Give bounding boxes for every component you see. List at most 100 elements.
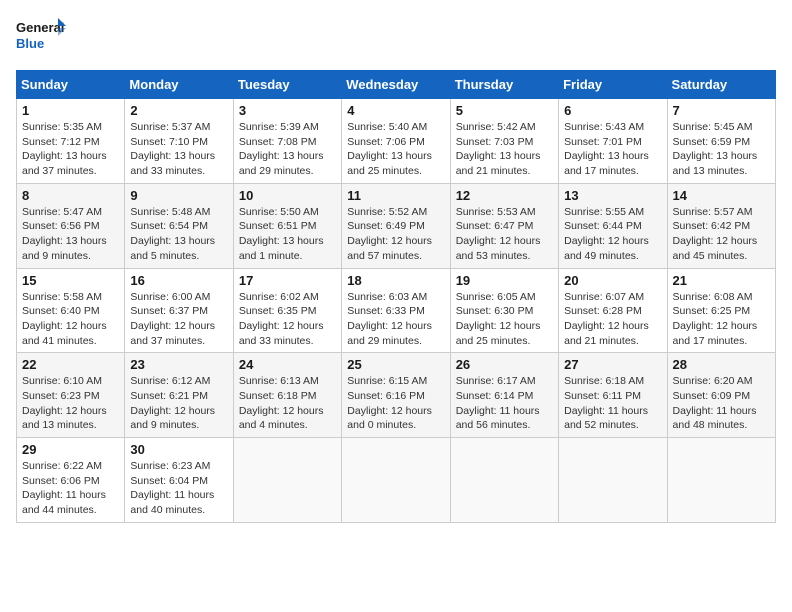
day-cell: 16 Sunrise: 6:00 AMSunset: 6:37 PMDayligh… — [125, 268, 233, 353]
day-info: Sunrise: 5:53 AMSunset: 6:47 PMDaylight:… — [456, 205, 553, 264]
day-number: 26 — [456, 357, 553, 372]
svg-text:General: General — [16, 20, 64, 35]
logo-svg: General Blue — [16, 16, 66, 60]
day-info: Sunrise: 6:00 AMSunset: 6:37 PMDaylight:… — [130, 290, 227, 349]
day-cell: 3Sunrise: 5:39 AMSunset: 7:08 PMDaylight… — [233, 99, 341, 184]
day-cell — [342, 438, 450, 523]
day-info: Sunrise: 5:52 AMSunset: 6:49 PMDaylight:… — [347, 205, 444, 264]
day-cell: 30 Sunrise: 6:23 AMSunset: 6:04 PMDayligh… — [125, 438, 233, 523]
day-number: 1 — [22, 103, 119, 118]
day-cell: 26 Sunrise: 6:17 AMSunset: 6:14 PMDayligh… — [450, 353, 558, 438]
day-cell: 19Sunrise: 6:05 AMSunset: 6:30 PMDayligh… — [450, 268, 558, 353]
logo: General Blue — [16, 16, 66, 60]
day-info: Sunrise: 6:22 AMSunset: 6:06 PMDaylight:… — [22, 459, 119, 518]
week-row-1: 1 Sunrise: 5:35 AMSunset: 7:12 PMDaylight… — [17, 99, 776, 184]
day-cell — [667, 438, 775, 523]
day-cell: 17Sunrise: 6:02 AMSunset: 6:35 PMDayligh… — [233, 268, 341, 353]
day-info: Sunrise: 5:50 AMSunset: 6:51 PMDaylight:… — [239, 205, 336, 264]
day-number: 6 — [564, 103, 661, 118]
day-cell: 7Sunrise: 5:45 AMSunset: 6:59 PMDaylight… — [667, 99, 775, 184]
day-info: Sunrise: 5:43 AMSunset: 7:01 PMDaylight:… — [564, 120, 661, 179]
day-cell — [233, 438, 341, 523]
day-number: 12 — [456, 188, 553, 203]
day-cell: 14Sunrise: 5:57 AMSunset: 6:42 PMDayligh… — [667, 183, 775, 268]
col-header-friday: Friday — [559, 71, 667, 99]
day-cell: 4Sunrise: 5:40 AMSunset: 7:06 PMDaylight… — [342, 99, 450, 184]
day-number: 21 — [673, 273, 770, 288]
day-info: Sunrise: 6:03 AMSunset: 6:33 PMDaylight:… — [347, 290, 444, 349]
day-number: 10 — [239, 188, 336, 203]
day-info: Sunrise: 6:15 AMSunset: 6:16 PMDaylight:… — [347, 374, 444, 433]
day-info: Sunrise: 6:17 AMSunset: 6:14 PMDaylight:… — [456, 374, 553, 433]
day-number: 18 — [347, 273, 444, 288]
day-number: 8 — [22, 188, 119, 203]
col-header-tuesday: Tuesday — [233, 71, 341, 99]
day-cell: 29 Sunrise: 6:22 AMSunset: 6:06 PMDayligh… — [17, 438, 125, 523]
col-header-wednesday: Wednesday — [342, 71, 450, 99]
header-row: SundayMondayTuesdayWednesdayThursdayFrid… — [17, 71, 776, 99]
week-row-2: 8 Sunrise: 5:47 AMSunset: 6:56 PMDaylight… — [17, 183, 776, 268]
calendar-table: SundayMondayTuesdayWednesdayThursdayFrid… — [16, 70, 776, 523]
week-row-3: 15Sunrise: 5:58 AMSunset: 6:40 PMDayligh… — [17, 268, 776, 353]
day-cell: 27 Sunrise: 6:18 AMSunset: 6:11 PMDayligh… — [559, 353, 667, 438]
day-cell: 1 Sunrise: 5:35 AMSunset: 7:12 PMDaylight… — [17, 99, 125, 184]
day-cell: 13 Sunrise: 5:55 AMSunset: 6:44 PMDayligh… — [559, 183, 667, 268]
day-cell: 15Sunrise: 5:58 AMSunset: 6:40 PMDayligh… — [17, 268, 125, 353]
day-number: 19 — [456, 273, 553, 288]
day-number: 27 — [564, 357, 661, 372]
col-header-saturday: Saturday — [667, 71, 775, 99]
day-number: 9 — [130, 188, 227, 203]
day-cell: 5 Sunrise: 5:42 AMSunset: 7:03 PMDaylight… — [450, 99, 558, 184]
day-cell: 22 Sunrise: 6:10 AMSunset: 6:23 PMDayligh… — [17, 353, 125, 438]
day-info: Sunrise: 6:13 AMSunset: 6:18 PMDaylight:… — [239, 374, 336, 433]
day-info: Sunrise: 6:23 AMSunset: 6:04 PMDaylight:… — [130, 459, 227, 518]
day-cell: 9 Sunrise: 5:48 AMSunset: 6:54 PMDaylight… — [125, 183, 233, 268]
day-number: 23 — [130, 357, 227, 372]
day-number: 2 — [130, 103, 227, 118]
day-number: 25 — [347, 357, 444, 372]
week-row-5: 29 Sunrise: 6:22 AMSunset: 6:06 PMDayligh… — [17, 438, 776, 523]
day-cell: 10 Sunrise: 5:50 AMSunset: 6:51 PMDayligh… — [233, 183, 341, 268]
day-number: 28 — [673, 357, 770, 372]
day-info: Sunrise: 6:20 AMSunset: 6:09 PMDaylight:… — [673, 374, 770, 433]
day-info: Sunrise: 5:42 AMSunset: 7:03 PMDaylight:… — [456, 120, 553, 179]
day-info: Sunrise: 5:35 AMSunset: 7:12 PMDaylight:… — [22, 120, 119, 179]
day-cell: 18 Sunrise: 6:03 AMSunset: 6:33 PMDayligh… — [342, 268, 450, 353]
day-cell: 12 Sunrise: 5:53 AMSunset: 6:47 PMDayligh… — [450, 183, 558, 268]
day-cell — [450, 438, 558, 523]
day-cell: 6 Sunrise: 5:43 AMSunset: 7:01 PMDaylight… — [559, 99, 667, 184]
day-cell: 28 Sunrise: 6:20 AMSunset: 6:09 PMDayligh… — [667, 353, 775, 438]
day-info: Sunrise: 5:45 AMSunset: 6:59 PMDaylight:… — [673, 120, 770, 179]
day-cell: 21 Sunrise: 6:08 AMSunset: 6:25 PMDayligh… — [667, 268, 775, 353]
col-header-thursday: Thursday — [450, 71, 558, 99]
day-info: Sunrise: 6:10 AMSunset: 6:23 PMDaylight:… — [22, 374, 119, 433]
col-header-monday: Monday — [125, 71, 233, 99]
day-info: Sunrise: 6:02 AMSunset: 6:35 PMDaylight:… — [239, 290, 336, 349]
day-info: Sunrise: 5:57 AMSunset: 6:42 PMDaylight:… — [673, 205, 770, 264]
page-header: General Blue — [16, 16, 776, 60]
day-cell: 2Sunrise: 5:37 AMSunset: 7:10 PMDaylight… — [125, 99, 233, 184]
day-info: Sunrise: 6:07 AMSunset: 6:28 PMDaylight:… — [564, 290, 661, 349]
day-cell: 24 Sunrise: 6:13 AMSunset: 6:18 PMDayligh… — [233, 353, 341, 438]
day-number: 29 — [22, 442, 119, 457]
calendar-header: SundayMondayTuesdayWednesdayThursdayFrid… — [17, 71, 776, 99]
day-info: Sunrise: 5:48 AMSunset: 6:54 PMDaylight:… — [130, 205, 227, 264]
day-cell: 11Sunrise: 5:52 AMSunset: 6:49 PMDayligh… — [342, 183, 450, 268]
day-number: 22 — [22, 357, 119, 372]
day-number: 16 — [130, 273, 227, 288]
week-row-4: 22 Sunrise: 6:10 AMSunset: 6:23 PMDayligh… — [17, 353, 776, 438]
day-info: Sunrise: 5:47 AMSunset: 6:56 PMDaylight:… — [22, 205, 119, 264]
day-cell: 20Sunrise: 6:07 AMSunset: 6:28 PMDayligh… — [559, 268, 667, 353]
day-info: Sunrise: 6:08 AMSunset: 6:25 PMDaylight:… — [673, 290, 770, 349]
day-info: Sunrise: 5:40 AMSunset: 7:06 PMDaylight:… — [347, 120, 444, 179]
day-info: Sunrise: 5:58 AMSunset: 6:40 PMDaylight:… — [22, 290, 119, 349]
day-number: 5 — [456, 103, 553, 118]
day-number: 30 — [130, 442, 227, 457]
day-info: Sunrise: 5:55 AMSunset: 6:44 PMDaylight:… — [564, 205, 661, 264]
day-info: Sunrise: 6:12 AMSunset: 6:21 PMDaylight:… — [130, 374, 227, 433]
day-info: Sunrise: 6:18 AMSunset: 6:11 PMDaylight:… — [564, 374, 661, 433]
day-number: 24 — [239, 357, 336, 372]
day-info: Sunrise: 5:39 AMSunset: 7:08 PMDaylight:… — [239, 120, 336, 179]
day-cell: 23 Sunrise: 6:12 AMSunset: 6:21 PMDayligh… — [125, 353, 233, 438]
day-number: 13 — [564, 188, 661, 203]
